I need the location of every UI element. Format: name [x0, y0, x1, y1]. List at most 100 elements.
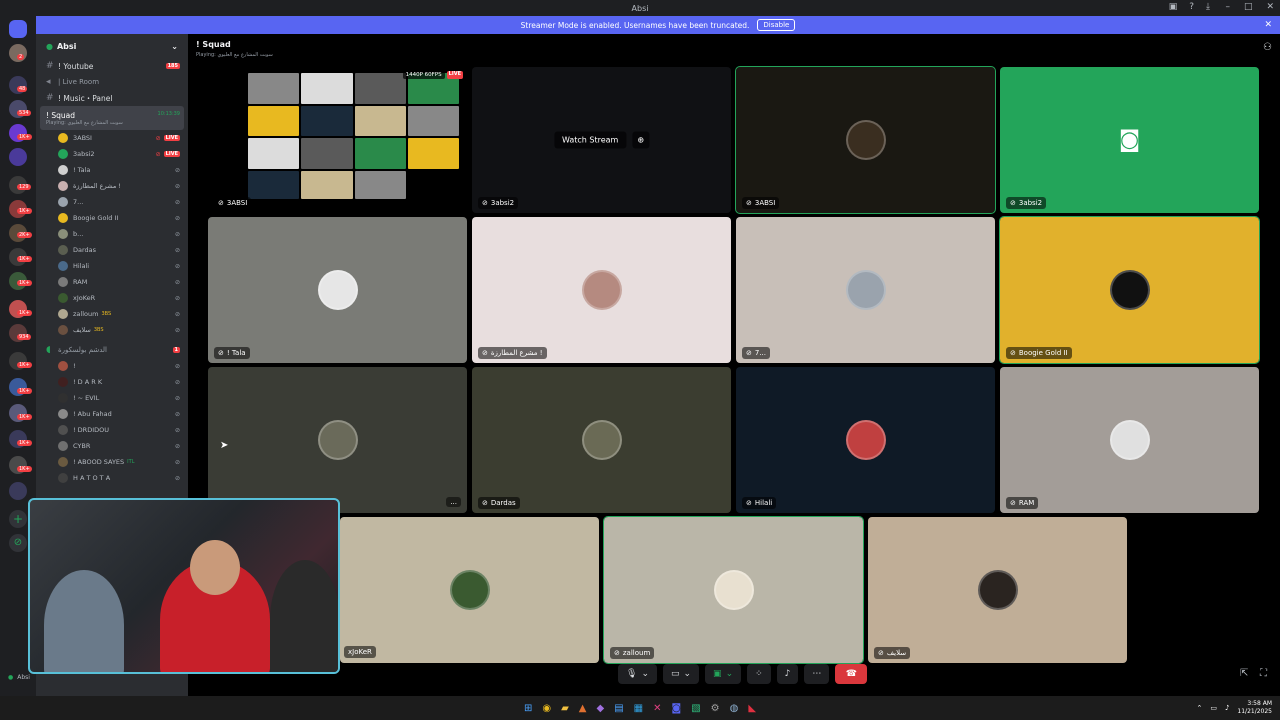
app-icon[interactable]: ▲ — [579, 703, 587, 714]
voice-user[interactable]: ! Tala ⊘ — [36, 162, 188, 178]
server-icon[interactable] — [9, 148, 27, 166]
participant-tile[interactable]: ⊘ مشرع المطارزة ! — [472, 217, 731, 363]
user-name: سلايف — [73, 326, 91, 334]
mic-off-icon: ⊘ — [482, 349, 488, 357]
more-button[interactable]: ⋯ — [804, 664, 830, 684]
channel-lounge[interactable]: ◖ الدشم بولسكورة 1 — [36, 342, 188, 358]
participant-tile[interactable]: ⊘ zalloum — [603, 516, 864, 664]
watch-stream-control: Watch Stream ⊕ — [553, 131, 650, 149]
server-header[interactable]: ● Absi ⌄ — [36, 34, 188, 58]
add-server-icon[interactable]: + — [9, 510, 27, 528]
screen-share-button[interactable]: ▣ ⌄ — [705, 664, 742, 684]
popout-icon[interactable]: ⊕ — [632, 131, 650, 149]
voice-user[interactable]: 3absi2 ⊘ LIVE — [36, 146, 188, 162]
disconnect-button[interactable]: ☎ — [835, 664, 868, 684]
discord-icon[interactable]: ◙ — [671, 703, 681, 714]
disable-button[interactable]: Disable — [757, 19, 796, 31]
members-icon[interactable]: ⚇ — [1263, 42, 1272, 53]
home-icon[interactable] — [9, 20, 27, 38]
participant-tile[interactable]: Watch Stream ⊕ ⊘ 3absi2 — [472, 67, 731, 213]
mic-off-icon: ⊘ — [174, 378, 180, 386]
settings-icon[interactable]: ⚙ — [711, 703, 720, 714]
activities-button[interactable]: ⁘ — [747, 664, 771, 684]
voice-user[interactable]: 3ABSI ⊘ LIVE — [36, 130, 188, 146]
voice-user[interactable]: سلايف 3BS ⊘ — [36, 322, 188, 338]
close-banner-icon[interactable]: ✕ — [1264, 20, 1272, 30]
voice-user[interactable]: Dardas ⊘ — [36, 242, 188, 258]
mute-button[interactable]: 🎙 ⌄ — [618, 664, 657, 684]
channel-activity: Playing: سوبت المشارع مع العليوي — [46, 119, 123, 126]
fullscreen-icon[interactable]: ⛶ — [1260, 668, 1267, 679]
voice-user[interactable]: Boogie Gold II ⊘ — [36, 210, 188, 226]
participant-tile[interactable]: ⊘! Tala — [208, 217, 467, 363]
server-icon[interactable] — [9, 482, 27, 500]
tile-name-label: ⊘ 3absi2 — [478, 197, 519, 209]
participant-tile[interactable]: 1440P 60FPS LIVE ⊘ 3ABSI — [208, 67, 467, 213]
channel-music[interactable]: # ! Music・Panel — [36, 90, 188, 106]
voice-user[interactable]: xJoKeR ⊘ — [36, 290, 188, 306]
clock[interactable]: 3:58 AM 11/21/2025 — [1237, 700, 1272, 716]
app-icon[interactable]: ✕ — [653, 703, 661, 714]
user-name: ! — [73, 362, 76, 370]
voice-user[interactable]: zalloum 3BS ⊘ — [36, 306, 188, 322]
participant-tile[interactable]: ◙ ⊘ 3absi2 — [1000, 67, 1259, 213]
windows-start-icon[interactable]: ⊞ — [524, 703, 532, 714]
watch-stream-button[interactable]: Watch Stream — [553, 131, 627, 149]
mic-off-icon: ⊘ — [174, 262, 180, 270]
app-icon[interactable]: ◆ — [596, 703, 604, 714]
network-icon[interactable]: ▭ — [1210, 704, 1217, 712]
notification-badge: 1K+ — [17, 256, 32, 262]
app-icon[interactable]: ◣ — [748, 703, 756, 714]
voice-user[interactable]: ! ⊘ — [36, 358, 188, 374]
chevron-up-icon[interactable]: ⌃ — [1196, 704, 1202, 712]
minimize-icon[interactable]: – — [1225, 2, 1230, 12]
participant-tile[interactable]: ... — [208, 367, 467, 513]
voice-user[interactable]: ! ~ EVIL ⊘ — [36, 390, 188, 406]
download-icon[interactable]: ⤓ — [1206, 2, 1210, 12]
inbox-icon[interactable]: ▣ — [1169, 2, 1178, 12]
channel-squad[interactable]: ! Squad 10:13:39 Playing: سوبت المشارع م… — [40, 106, 184, 130]
voice-user[interactable]: مشرع المطارزة ! ⊘ — [36, 178, 188, 194]
folder-icon[interactable]: ▰ — [561, 703, 569, 714]
voice-user[interactable]: RAM ⊘ — [36, 274, 188, 290]
participant-tile[interactable]: ⊘ 3ABSI — [735, 66, 996, 214]
channel-youtube[interactable]: # ! Youtube 185 — [36, 58, 188, 74]
mic-off-icon: ⊘ — [174, 198, 180, 206]
banner-text: Streamer Mode is enabled. Usernames have… — [520, 20, 750, 30]
voice-user[interactable]: ! DRDIDOU ⊘ — [36, 422, 188, 438]
clock-time: 3:58 AM — [1247, 700, 1272, 707]
participant-tile[interactable]: ⊘ Hilali — [736, 367, 995, 513]
participant-tile[interactable]: ⊘ Dardas — [472, 367, 731, 513]
voice-user[interactable]: Hilali ⊘ — [36, 258, 188, 274]
more-icon: ⋯ — [812, 669, 822, 679]
participant-tile[interactable]: ⊘ Boogie Gold II — [999, 216, 1260, 364]
popout-icon[interactable]: ⇱ — [1240, 668, 1248, 679]
help-icon[interactable]: ? — [1189, 2, 1194, 12]
app-icon[interactable]: ▦ — [634, 703, 643, 714]
more-options-button[interactable]: ... — [446, 497, 461, 507]
participant-tile[interactable]: ⊘ سلايف — [868, 517, 1127, 663]
participant-tile[interactable]: ⊘ RAM — [1000, 367, 1259, 513]
voice-user[interactable]: CYBR ⊘ — [36, 438, 188, 454]
explore-icon[interactable]: ⊘ — [9, 534, 27, 552]
soundboard-button[interactable]: ♪ — [776, 664, 799, 684]
voice-user[interactable]: b... ⊘ — [36, 226, 188, 242]
camera-button[interactable]: ▭ ⌄ — [662, 664, 700, 684]
notification-badge: 1K+ — [17, 134, 32, 140]
voice-user[interactable]: H A T O T A ⊘ — [36, 470, 188, 486]
volume-icon[interactable]: ♪ — [1225, 704, 1229, 712]
steam-icon[interactable]: ◍ — [730, 703, 739, 714]
channel-live-room[interactable]: ◂ | Live Room — [36, 74, 188, 90]
mic-off-icon: ⊘ — [746, 199, 752, 207]
voice-user[interactable]: 7... ⊘ — [36, 194, 188, 210]
chrome-icon[interactable]: ◉ — [542, 703, 551, 714]
participant-tile[interactable]: ⊘ 7... — [736, 217, 995, 363]
maximize-icon[interactable]: □ — [1244, 2, 1253, 12]
participant-tile[interactable] — [340, 517, 599, 663]
voice-user[interactable]: ! Abu Fahad ⊘ — [36, 406, 188, 422]
app-icon[interactable]: ▤ — [614, 703, 623, 714]
close-window-icon[interactable]: ✕ — [1266, 2, 1274, 12]
voice-user[interactable]: ! D A R K ⊘ — [36, 374, 188, 390]
app-icon[interactable]: ▧ — [691, 703, 700, 714]
voice-user[interactable]: ! ABOOD SAYES ITL ⊘ — [36, 454, 188, 470]
